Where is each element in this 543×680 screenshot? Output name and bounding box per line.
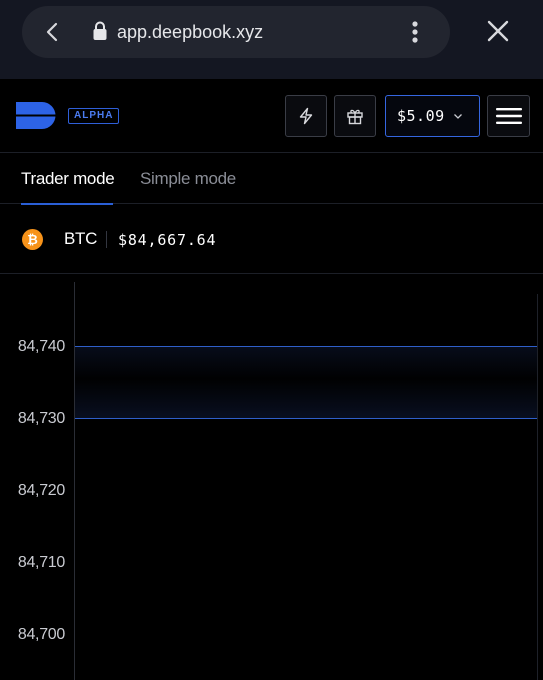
chevron-down-icon xyxy=(453,114,462,119)
app-header: ALPHA $5.09 xyxy=(0,79,543,152)
browser-bar: app.deepbook.xyz xyxy=(0,0,543,79)
menu-button[interactable] xyxy=(487,95,530,137)
address-bar[interactable]: app.deepbook.xyz xyxy=(22,6,450,58)
mode-tabs: Trader mode Simple mode xyxy=(0,152,543,205)
y-tick-label: 84,730 xyxy=(17,410,65,427)
hamburger-menu-icon xyxy=(495,108,522,124)
kebab-menu-icon[interactable] xyxy=(411,20,419,44)
y-tick-label: 84,740 xyxy=(17,338,65,355)
tab-simple-mode[interactable]: Simple mode xyxy=(140,169,236,189)
lightning-button[interactable] xyxy=(285,95,327,137)
ticker-price: $84,667.64 xyxy=(118,231,217,249)
balance-dropdown[interactable]: $5.09 xyxy=(385,95,480,137)
close-icon[interactable] xyxy=(486,19,510,43)
y-axis-line xyxy=(74,282,75,680)
band-upper-line xyxy=(75,346,537,347)
y-tick-label: 84,700 xyxy=(17,626,65,643)
svg-text:₿: ₿ xyxy=(27,233,38,248)
y-tick-label: 84,710 xyxy=(17,554,65,571)
chart-edge-line xyxy=(537,294,538,680)
lock-icon xyxy=(93,21,107,40)
y-tick-label: 84,720 xyxy=(17,482,65,499)
lightning-bolt-icon xyxy=(299,107,313,125)
tab-trader-mode[interactable]: Trader mode xyxy=(21,169,115,189)
gift-button[interactable] xyxy=(334,95,376,137)
gift-icon xyxy=(347,109,363,125)
price-band xyxy=(75,346,537,419)
url-text[interactable]: app.deepbook.xyz xyxy=(117,21,263,43)
ticker-divider xyxy=(106,231,107,248)
alpha-badge: ALPHA xyxy=(68,108,120,124)
price-chart[interactable]: 84,740 84,730 84,720 84,710 84,700 xyxy=(0,274,543,680)
ticker-symbol: BTC xyxy=(64,229,98,248)
back-chevron-icon[interactable] xyxy=(42,21,64,43)
band-lower-line xyxy=(75,418,537,419)
bitcoin-icon: ₿ xyxy=(22,229,43,250)
balance-value: $5.09 xyxy=(397,107,445,125)
ticker-row[interactable]: ₿ BTC $84,667.64 xyxy=(0,204,543,274)
deepbook-logo[interactable] xyxy=(16,102,58,129)
